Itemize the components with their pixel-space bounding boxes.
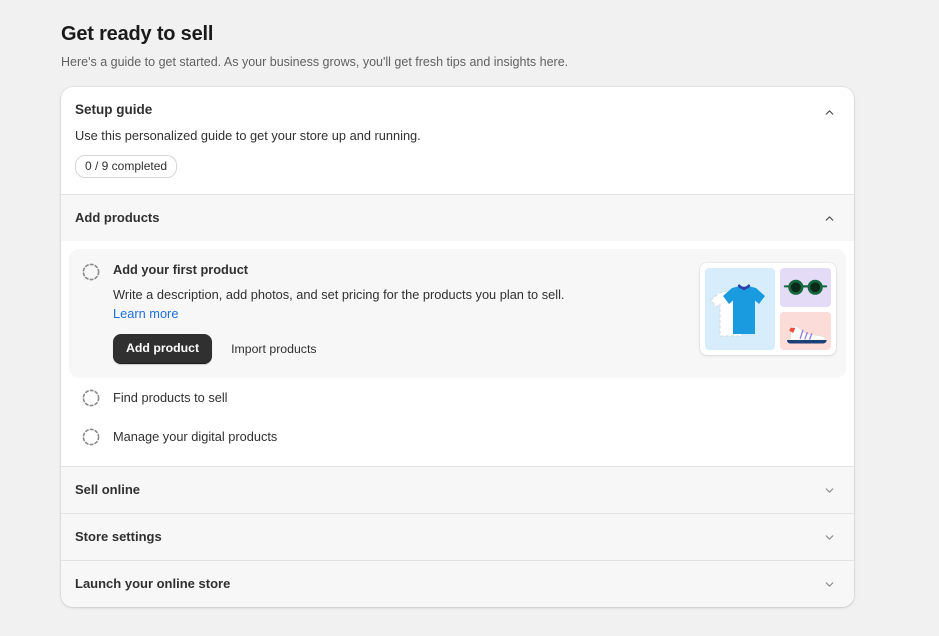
task-content: Add your first product Write a descripti…: [113, 261, 700, 364]
setup-guide-title: Setup guide: [75, 101, 838, 119]
sneaker-icon: [780, 312, 831, 351]
section-body-add-products: Add your first product Write a descripti…: [61, 241, 854, 466]
setup-guide-page: Get ready to sell Here's a guide to get …: [0, 0, 939, 607]
dashed-circle-icon[interactable]: [81, 427, 101, 447]
section-toggle-sell-online[interactable]: [816, 477, 842, 503]
task-label: Find products to sell: [113, 389, 228, 407]
sunglasses-icon: [780, 268, 831, 307]
page-subtitle: Here's a guide to get started. As your b…: [61, 54, 879, 71]
product-collage-illustration: [700, 263, 836, 355]
task-actions: Add product Import products: [113, 334, 690, 364]
chevron-down-icon: [823, 531, 836, 544]
add-product-button[interactable]: Add product: [113, 334, 212, 364]
chevron-down-icon: [823, 484, 836, 497]
task-label: Manage your digital products: [113, 428, 277, 446]
setup-guide-collapse-button[interactable]: [816, 99, 842, 125]
setup-guide-description: Use this personalized guide to get your …: [75, 127, 838, 144]
illustration-right-column: [780, 268, 831, 350]
task-find-products-to-sell[interactable]: Find products to sell: [69, 378, 846, 417]
section-header-store-settings[interactable]: Store settings: [61, 514, 854, 560]
import-products-button[interactable]: Import products: [222, 335, 325, 364]
section-toggle-store-settings[interactable]: [816, 524, 842, 550]
chevron-up-icon: [823, 212, 836, 225]
section-label-store-settings: Store settings: [75, 528, 162, 546]
dashed-circle-icon[interactable]: [81, 388, 101, 408]
progress-badge: 0 / 9 completed: [75, 155, 177, 178]
task-description: Write a description, add photos, and set…: [113, 285, 585, 323]
section-header-sell-online[interactable]: Sell online: [61, 467, 854, 513]
dashed-circle-icon[interactable]: [81, 262, 101, 282]
setup-guide-header: Setup guide Use this personalized guide …: [61, 87, 854, 194]
page-title: Get ready to sell: [61, 22, 879, 46]
chevron-down-icon: [823, 578, 836, 591]
section-label-sell-online: Sell online: [75, 481, 140, 499]
section-header-launch-your-online-store[interactable]: Launch your online store: [61, 561, 854, 607]
task-description-text: Write a description, add photos, and set…: [113, 287, 564, 302]
task-title: Add your first product: [113, 261, 690, 278]
section-header-add-products[interactable]: Add products: [61, 195, 854, 241]
task-add-your-first-product[interactable]: Add your first product Write a descripti…: [69, 249, 846, 378]
task-manage-your-digital-products[interactable]: Manage your digital products: [69, 417, 846, 456]
section-label-add-products: Add products: [75, 209, 160, 227]
section-label-launch-your-online-store: Launch your online store: [75, 575, 230, 593]
setup-guide-card: Setup guide Use this personalized guide …: [61, 87, 854, 607]
section-toggle-add-products[interactable]: [816, 205, 842, 231]
blue-tshirt-icon: [705, 268, 775, 350]
section-toggle-launch-your-online-store[interactable]: [816, 571, 842, 597]
learn-more-link[interactable]: Learn more: [113, 306, 178, 321]
chevron-up-icon: [823, 106, 836, 119]
